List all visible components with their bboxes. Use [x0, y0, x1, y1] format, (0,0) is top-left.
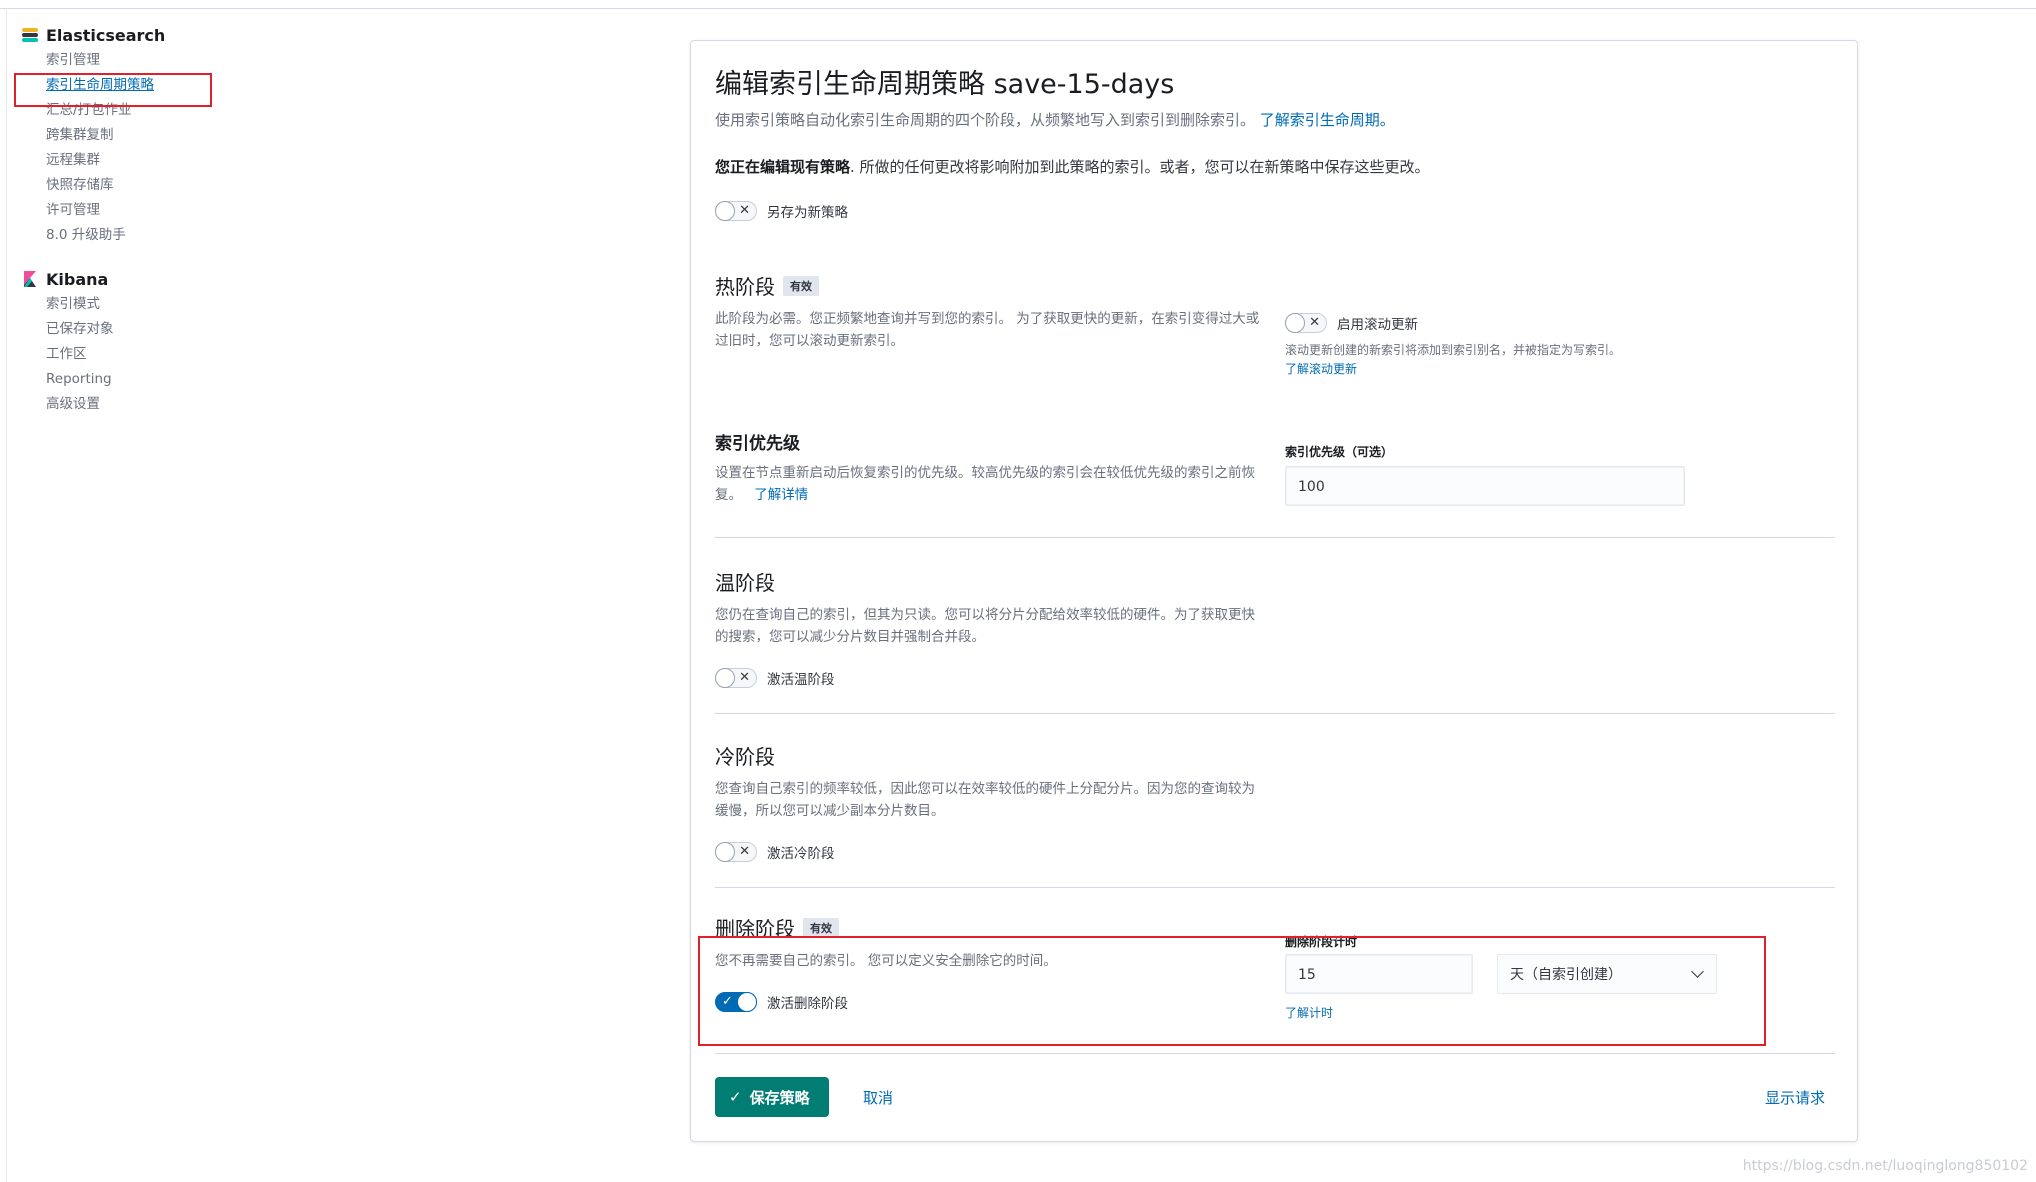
warm-activate-switch[interactable]: ✕	[715, 668, 757, 688]
watermark: https://blog.csdn.net/luoqinglong850102	[1742, 1158, 2028, 1174]
left-border	[6, 8, 7, 1182]
rollover-row: ✕ 启用滚动更新	[1285, 311, 1805, 335]
footer-actions: ✓ 保存策略 取消	[715, 1077, 893, 1117]
hot-phase-section: 热阶段 有效 此阶段为必需。您正频繁地查询并写到您的索引。 为了获取更快的更新，…	[715, 271, 1275, 352]
sidebar-item-ccr[interactable]: 跨集群复制	[22, 123, 262, 148]
sidebar-group-elasticsearch: Elasticsearch 索引管理 索引生命周期策略 汇总/打包作业 跨集群复…	[22, 22, 262, 248]
sidebar-item-index-management[interactable]: 索引管理	[22, 48, 262, 73]
sidebar-item-snapshot-repos[interactable]: 快照存储库	[22, 173, 262, 198]
save-policy-button[interactable]: ✓ 保存策略	[715, 1077, 829, 1117]
index-priority-title: 索引优先级	[715, 434, 800, 454]
cold-phase-section: 冷阶段 您查询自己索引的频率较低，因此您可以在效率较低的硬件上分配分片。因为您的…	[715, 741, 1275, 864]
sidebar-title-elasticsearch: Elasticsearch	[46, 25, 166, 45]
index-priority-description: 设置在节点重新启动后恢复索引的优先级。较高优先级的索引会在较低优先级的索引之前恢…	[715, 462, 1265, 506]
divider	[715, 1053, 1835, 1054]
hot-phase-title-text: 热阶段	[715, 275, 775, 299]
divider	[715, 887, 1835, 888]
cold-activate-label: 激活冷阶段	[767, 846, 835, 862]
learn-ilm-link[interactable]: 了解索引生命周期。	[1260, 111, 1395, 129]
close-icon: ✕	[739, 670, 750, 685]
index-priority-input[interactable]: 100	[1285, 466, 1685, 506]
page-title: 编辑索引生命周期策略 save-15-days	[715, 69, 1175, 100]
switch-knob	[1285, 313, 1305, 333]
cancel-button[interactable]: 取消	[863, 1087, 893, 1108]
index-priority-section: 索引优先级 设置在节点重新启动后恢复索引的优先级。较高优先级的索引会在较低优先级…	[715, 429, 1275, 506]
edit-notice-bold: 您正在编辑现有策略	[715, 158, 851, 176]
page-description: 使用索引策略自动化索引生命周期的四个阶段，从频繁地写入到索引到删除索引。 了解索…	[715, 109, 1835, 130]
kibana-logo-icon	[22, 271, 38, 287]
switch-knob	[715, 842, 735, 862]
sidebar-title-kibana: Kibana	[46, 269, 109, 289]
close-icon: ✕	[739, 203, 750, 218]
learn-rollover-link[interactable]: 了解滚动更新	[1285, 360, 1805, 377]
save-as-new-label: 另存为新策略	[767, 205, 848, 221]
sidebar-item-spaces[interactable]: 工作区	[22, 342, 262, 367]
cold-activate-row: ✕ 激活冷阶段	[715, 840, 1275, 864]
edit-notice: 您正在编辑现有策略. 所做的任何更改将影响附加到此策略的索引。或者，您可以在新策…	[715, 156, 1835, 177]
save-as-new-row: ✕ 另存为新策略	[715, 199, 1835, 223]
save-as-new-switch[interactable]: ✕	[715, 201, 757, 221]
annotation-box-sidebar	[14, 73, 212, 107]
rollover-label: 启用滚动更新	[1337, 317, 1418, 333]
hot-phase-status-badge: 有效	[783, 275, 819, 296]
page-description-text: 使用索引策略自动化索引生命周期的四个阶段，从频繁地写入到索引到删除索引。	[715, 111, 1256, 129]
top-border	[0, 8, 2036, 9]
sidebar-head-elasticsearch: Elasticsearch	[22, 22, 262, 48]
edit-notice-text: . 所做的任何更改将影响附加到此策略的索引。或者，您可以在新策略中保存这些更改。	[850, 158, 1430, 176]
sidebar-item-remote-clusters[interactable]: 远程集群	[22, 148, 262, 173]
sidebar-head-kibana: Kibana	[22, 266, 262, 292]
close-icon: ✕	[1309, 315, 1320, 330]
rollover-block: ✕ 启用滚动更新 滚动更新创建的新索引将添加到索引别名，并被指定为写索引。 了解…	[1285, 311, 1805, 377]
divider	[715, 537, 1835, 538]
index-priority-field-label: 索引优先级（可选）	[1285, 445, 1394, 459]
check-icon: ✓	[729, 1088, 742, 1106]
sidebar-item-reporting[interactable]: Reporting	[22, 367, 262, 392]
close-icon: ✕	[739, 844, 750, 859]
sidebar-item-saved-objects[interactable]: 已保存对象	[22, 317, 262, 342]
warm-activate-label: 激活温阶段	[767, 672, 835, 688]
sidebar-group-kibana: Kibana 索引模式 已保存对象 工作区 Reporting 高级设置	[22, 266, 262, 417]
rollover-help-text: 滚动更新创建的新索引将添加到索引别名，并被指定为写索引。	[1285, 343, 1622, 357]
switch-knob	[715, 201, 735, 221]
switch-knob	[715, 668, 735, 688]
sidebar-item-advanced-settings[interactable]: 高级设置	[22, 392, 262, 417]
elasticsearch-logo-icon	[22, 27, 38, 43]
rollover-switch[interactable]: ✕	[1285, 313, 1327, 333]
hot-phase-description: 此阶段为必需。您正频繁地查询并写到您的索引。 为了获取更快的更新，在索引变得过大…	[715, 311, 1260, 349]
divider	[715, 713, 1835, 714]
cold-phase-title: 冷阶段	[715, 745, 775, 769]
save-policy-label: 保存策略	[749, 1088, 810, 1107]
index-priority-field: 索引优先级（可选） 100	[1285, 443, 1685, 506]
warm-activate-row: ✕ 激活温阶段	[715, 666, 1275, 690]
cold-activate-switch[interactable]: ✕	[715, 842, 757, 862]
hot-phase-title: 热阶段 有效	[715, 271, 1275, 300]
sidebar-item-upgrade-assistant[interactable]: 8.0 升级助手	[22, 223, 262, 248]
sidebar-item-index-patterns[interactable]: 索引模式	[22, 292, 262, 317]
learn-priority-link[interactable]: 了解详情	[754, 487, 808, 503]
panel-content: 编辑索引生命周期策略 save-15-days 使用索引策略自动化索引生命周期的…	[715, 65, 1835, 223]
annotation-box-delete-phase	[698, 936, 1766, 1046]
warm-phase-description: 您仍在查询自己的索引，但其为只读。您可以将分片分配给效率较低的硬件。为了获取更快…	[715, 607, 1255, 645]
cold-phase-description: 您查询自己索引的频率较低，因此您可以在效率较低的硬件上分配分片。因为您的查询较为…	[715, 781, 1255, 819]
show-request-button[interactable]: 显示请求	[1765, 1087, 1825, 1108]
warm-phase-section: 温阶段 您仍在查询自己的索引，但其为只读。您可以将分片分配给效率较低的硬件。为了…	[715, 567, 1275, 690]
sidebar-item-license[interactable]: 许可管理	[22, 198, 262, 223]
warm-phase-title: 温阶段	[715, 571, 775, 595]
delete-phase-status-badge: 有效	[803, 917, 839, 938]
